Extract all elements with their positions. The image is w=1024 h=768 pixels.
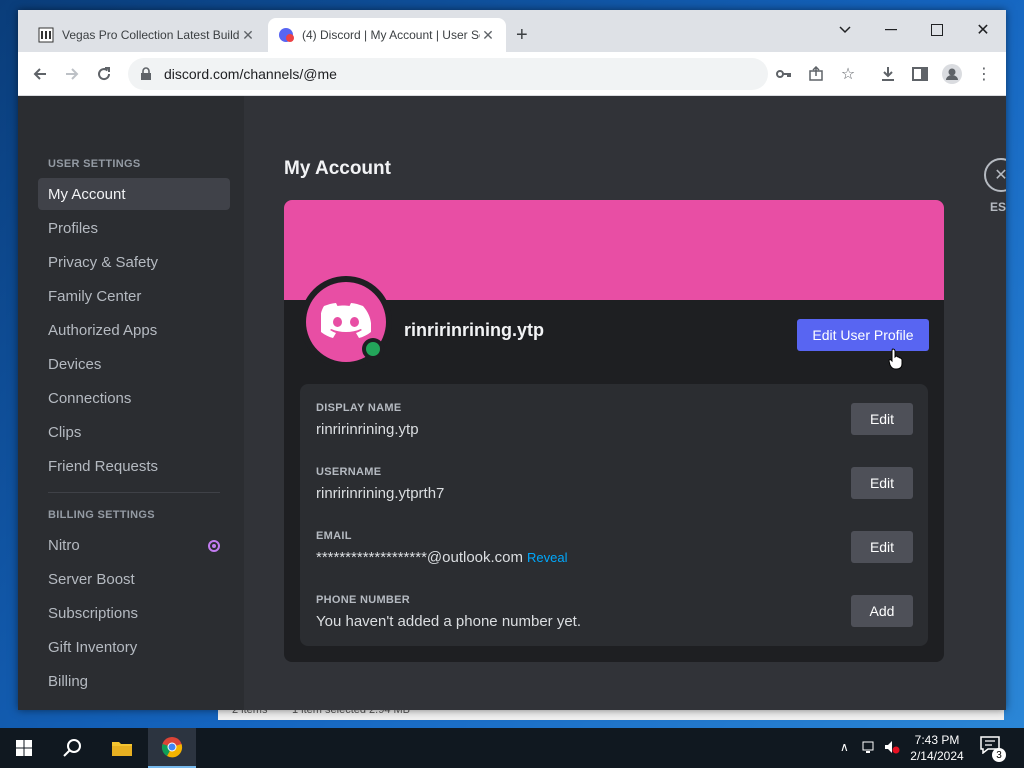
- reload-icon[interactable]: [92, 62, 116, 86]
- display-name-label: DISPLAY NAME: [316, 402, 402, 414]
- address-bar[interactable]: discord.com/channels/@me: [128, 58, 768, 90]
- side-panel-icon[interactable]: [908, 62, 932, 86]
- sidebar-item-clips[interactable]: Clips: [38, 416, 230, 448]
- phone-number-value: You haven't added a phone number yet.: [316, 613, 582, 630]
- sidebar-item-friend-requests[interactable]: Friend Requests: [38, 450, 230, 482]
- bookmark-star-icon[interactable]: ☆: [836, 62, 860, 86]
- sidebar-item-profiles[interactable]: Profiles: [38, 212, 230, 244]
- sidebar-item-my-account[interactable]: My Account: [38, 178, 230, 210]
- tab-title: (4) Discord | My Account | User Settings: [302, 28, 480, 42]
- minimize-icon[interactable]: [868, 16, 914, 44]
- close-tab-icon[interactable]: ✕: [480, 27, 496, 44]
- email-label: EMAIL: [316, 530, 352, 542]
- settings-sidebar: USER SETTINGS My Account Profiles Privac…: [18, 96, 244, 710]
- profile-avatar-icon[interactable]: [940, 62, 964, 86]
- clock-time: 7:43 PM: [914, 733, 960, 747]
- esc-label: ESC: [990, 200, 1006, 214]
- edit-username-button[interactable]: Edit: [851, 467, 913, 499]
- account-fields-panel: DISPLAY NAME rinririnrining.ytp Edit USE…: [300, 384, 928, 646]
- maximize-icon[interactable]: [914, 16, 960, 44]
- museum-favicon-icon: [38, 27, 54, 43]
- email-value-row: *******************@outlook.com Reveal: [316, 549, 567, 566]
- user-settings-header: USER SETTINGS: [48, 158, 141, 170]
- system-clock[interactable]: 7:43 PM 2/14/2024: [902, 732, 972, 764]
- profile-banner: [284, 200, 944, 300]
- hand-cursor-icon: [888, 348, 903, 370]
- tab-search-icon[interactable]: [822, 16, 868, 44]
- tab-title: Vegas Pro Collection Latest Build: [62, 28, 240, 42]
- sidebar-item-authorized-apps[interactable]: Authorized Apps: [38, 314, 230, 346]
- sidebar-item-server-boost[interactable]: Server Boost: [38, 563, 230, 595]
- sidebar-item-devices[interactable]: Devices: [38, 348, 230, 380]
- email-value: *******************@outlook.com: [316, 549, 524, 566]
- windows-start-icon[interactable]: [0, 728, 48, 768]
- discord-logo-icon: [321, 303, 371, 338]
- close-tab-icon[interactable]: ✕: [240, 27, 256, 44]
- close-window-icon[interactable]: ✕: [960, 16, 1006, 44]
- sidebar-item-privacy-safety[interactable]: Privacy & Safety: [38, 246, 230, 278]
- volume-muted-icon[interactable]: [884, 740, 900, 757]
- sidebar-item-nitro[interactable]: Nitro: [38, 529, 230, 561]
- network-icon[interactable]: [862, 740, 878, 757]
- tab-discord[interactable]: (4) Discord | My Account | User Settings…: [268, 18, 506, 52]
- reveal-email-link[interactable]: Reveal: [527, 550, 567, 565]
- chrome-menu-icon[interactable]: ⋮: [972, 62, 996, 86]
- tab-strip: Vegas Pro Collection Latest Build ✕ (4) …: [18, 10, 1006, 52]
- phone-number-label: PHONE NUMBER: [316, 594, 411, 606]
- chrome-window: Vegas Pro Collection Latest Build ✕ (4) …: [18, 10, 1006, 710]
- discord-favicon-icon: [278, 27, 294, 43]
- new-tab-icon[interactable]: +: [516, 24, 528, 46]
- online-status-indicator: [362, 338, 384, 360]
- search-icon[interactable]: [48, 728, 96, 768]
- download-icon[interactable]: [876, 62, 900, 86]
- nitro-icon: [208, 539, 220, 552]
- sidebar-item-gift-inventory[interactable]: Gift Inventory: [38, 631, 230, 663]
- close-settings-icon[interactable]: ✕: [984, 158, 1006, 192]
- show-hidden-icons-icon[interactable]: ∧: [840, 740, 849, 754]
- url-text: discord.com/channels/@me: [164, 66, 337, 82]
- chrome-taskbar-icon[interactable]: [148, 728, 196, 768]
- sidebar-item-family-center[interactable]: Family Center: [38, 280, 230, 312]
- sidebar-item-connections[interactable]: Connections: [38, 382, 230, 414]
- display-name-value: rinririnrining.ytp: [316, 421, 419, 438]
- file-explorer-icon[interactable]: [98, 728, 146, 768]
- edit-display-name-button[interactable]: Edit: [851, 403, 913, 435]
- windows-taskbar: ∧ 7:43 PM 2/14/2024 3: [0, 728, 1024, 768]
- discord-settings: USER SETTINGS My Account Profiles Privac…: [18, 96, 1006, 710]
- sidebar-item-billing[interactable]: Billing: [38, 665, 230, 697]
- profile-username: rinririnrining.ytp: [404, 320, 545, 340]
- lock-icon[interactable]: [140, 67, 154, 81]
- username-label: USERNAME: [316, 466, 382, 478]
- browser-toolbar: discord.com/channels/@me ☆ ⋮: [18, 52, 1006, 96]
- account-card: rinririnrining.ytp Edit User Profile DIS…: [284, 200, 944, 662]
- sidebar-divider: [48, 492, 220, 493]
- clock-date: 2/14/2024: [910, 749, 964, 763]
- notification-count-badge: 3: [992, 748, 1006, 762]
- share-icon[interactable]: [804, 62, 828, 86]
- edit-email-button[interactable]: Edit: [851, 531, 913, 563]
- sidebar-item-subscriptions[interactable]: Subscriptions: [38, 597, 230, 629]
- back-icon[interactable]: [28, 62, 52, 86]
- billing-settings-header: BILLING SETTINGS: [48, 509, 155, 521]
- add-phone-number-button[interactable]: Add: [851, 595, 913, 627]
- key-icon[interactable]: [772, 62, 796, 86]
- sidebar-item-label: Nitro: [48, 536, 80, 554]
- tab-vegas-pro[interactable]: Vegas Pro Collection Latest Build ✕: [28, 18, 266, 52]
- edit-user-profile-button[interactable]: Edit User Profile: [797, 319, 929, 351]
- forward-icon[interactable]: [60, 62, 84, 86]
- page-title: My Account: [284, 158, 391, 179]
- username-value: rinririnrining.ytprth7: [316, 485, 445, 502]
